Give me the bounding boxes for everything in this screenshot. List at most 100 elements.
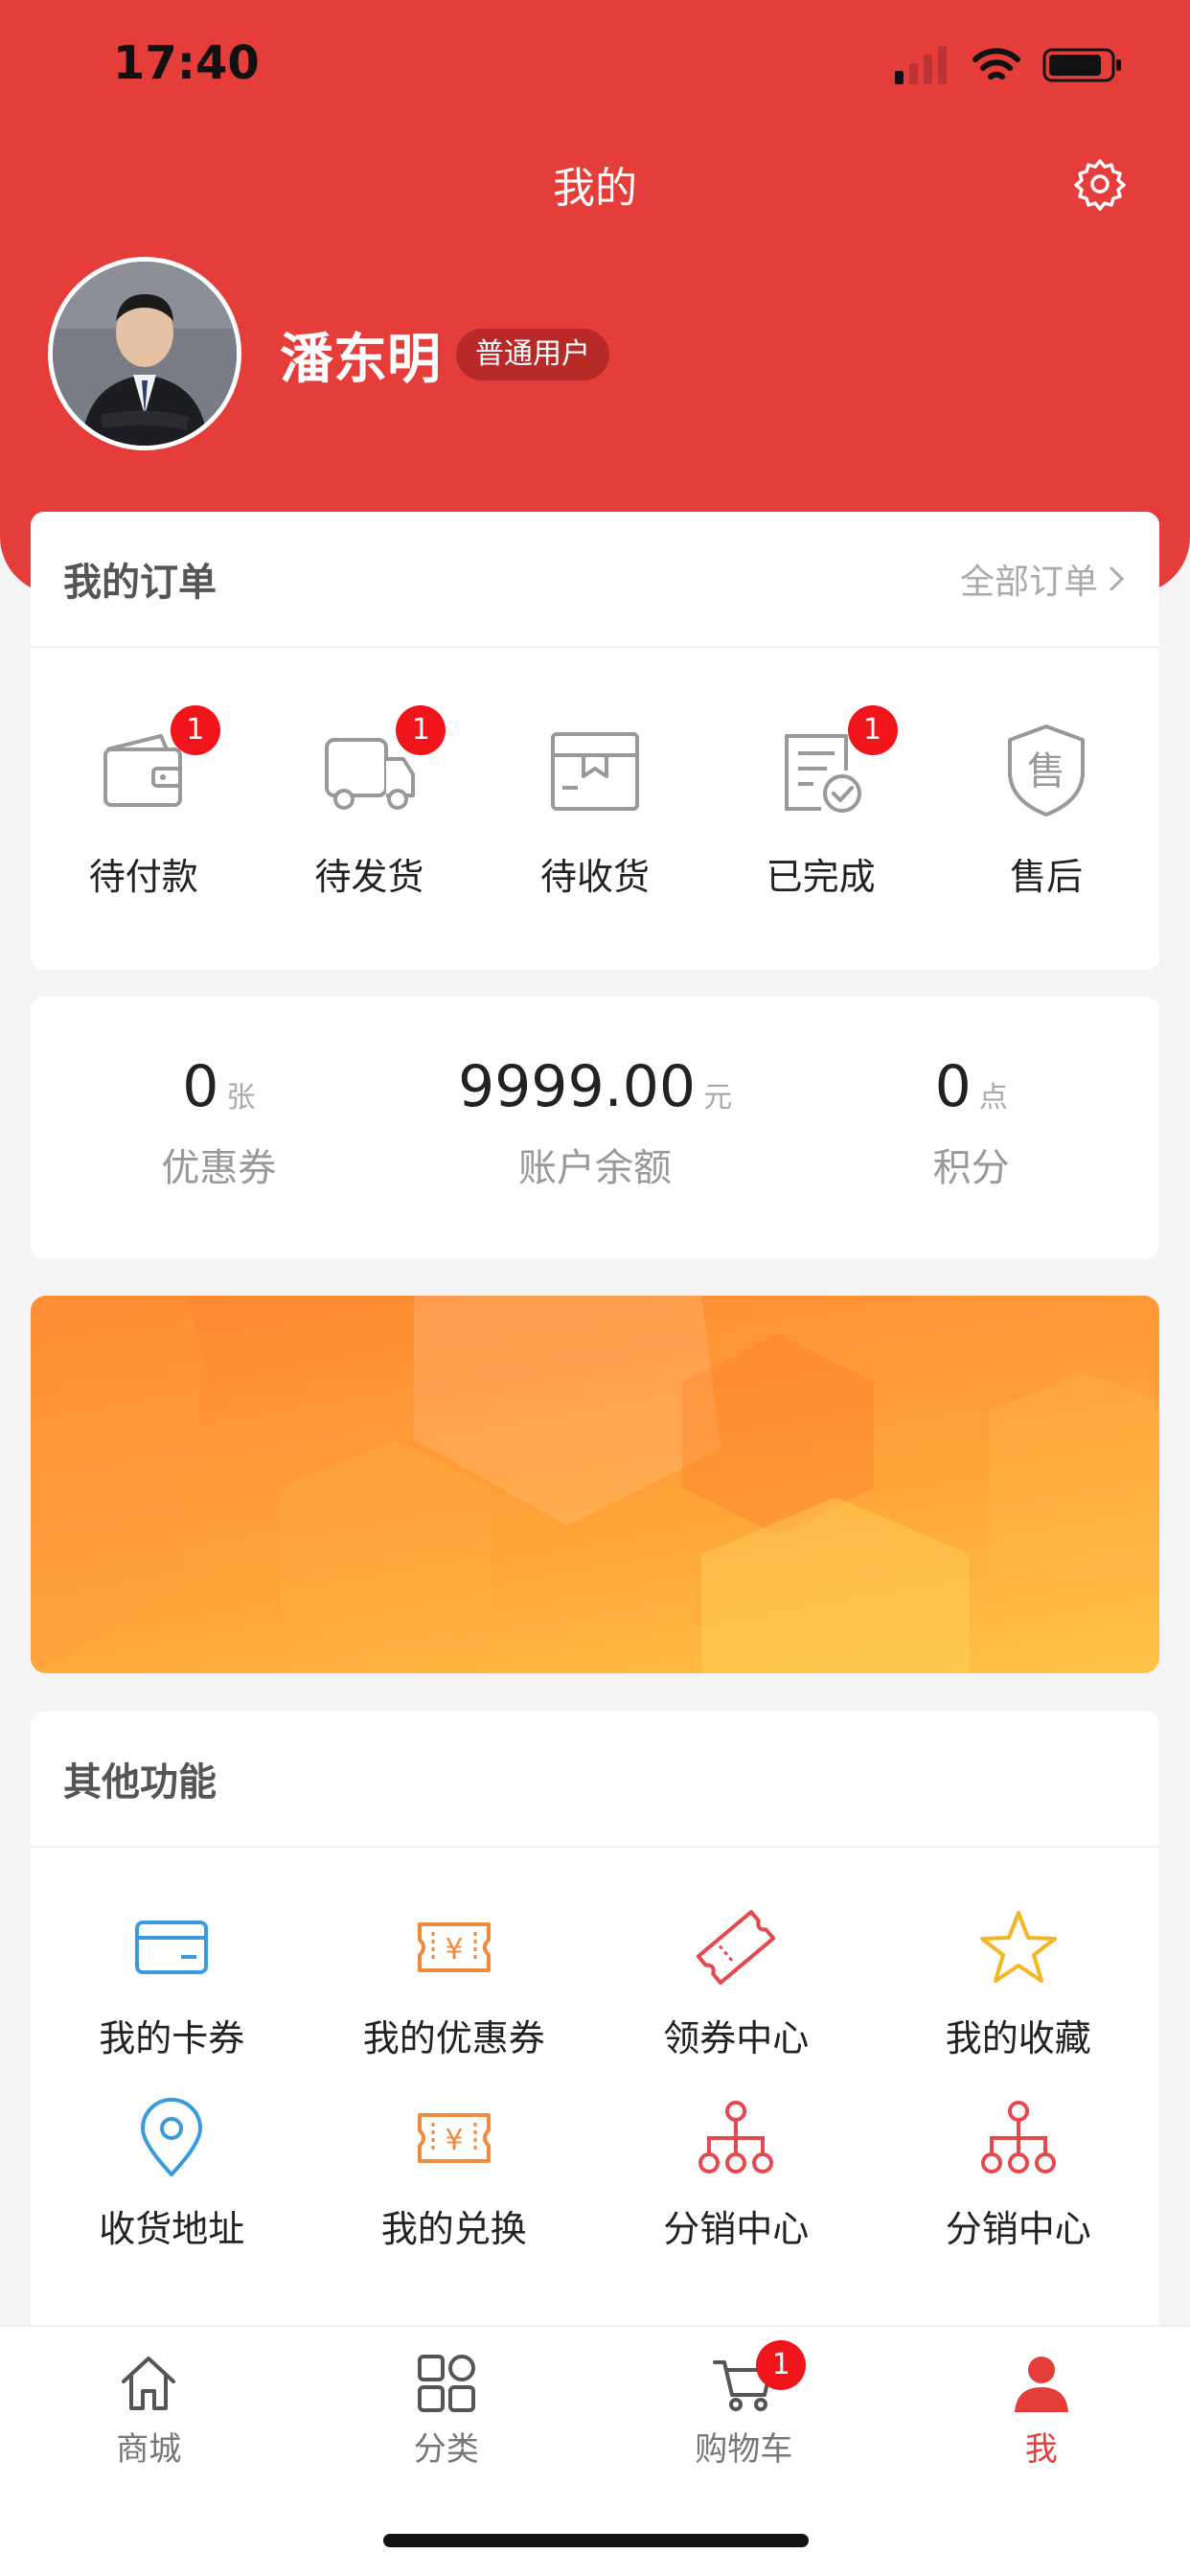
gear-icon <box>1074 159 1126 211</box>
func-label: 我的卡券 <box>99 2017 245 2059</box>
stat-number: 0 <box>934 1053 972 1120</box>
functions-grid: 我的卡券 ¥ 我的优惠券 领券中心 我的收藏 收货地址 ¥ 我的兑换 分销中心 … <box>31 1848 1159 2252</box>
home-icon <box>115 2350 182 2417</box>
page-title: 我的 <box>553 164 637 213</box>
stat-value: 0 点 <box>935 1058 1008 1116</box>
other-functions-card: 其他功能 我的卡券 ¥ 我的优惠券 领券中心 我的收藏 收货地址 ¥ 我的兑换 … <box>31 1712 1159 2363</box>
avatar[interactable] <box>48 257 241 450</box>
order-label: 待付款 <box>88 856 198 898</box>
order-pending-receipt[interactable]: 待收货 <box>482 648 708 970</box>
order-label: 已完成 <box>766 856 876 898</box>
order-label: 待收货 <box>539 856 650 898</box>
ticket-icon <box>694 1905 778 1990</box>
stat-number: 0 <box>182 1053 219 1120</box>
tab-me[interactable]: 我 <box>893 2327 1190 2490</box>
settings-button[interactable] <box>1069 153 1131 215</box>
wifi-icon <box>973 48 1020 80</box>
package-icon <box>545 721 645 820</box>
status-icons <box>895 44 1123 86</box>
all-orders-link[interactable]: 全部订单 <box>960 554 1127 604</box>
cart-badge: 1 <box>756 2340 807 2390</box>
exchange-coupon-icon: ¥ <box>412 2096 496 2180</box>
card-icon <box>129 1905 214 1990</box>
coupon-icon: ¥ <box>412 1905 496 1990</box>
user-level-badge: 普通用户 <box>456 329 609 380</box>
completed-doc-icon: 1 <box>771 705 898 820</box>
tab-list: 商城 分类 1 购物车 我 <box>0 2327 1190 2490</box>
other-functions-header: 其他功能 <box>31 1712 1159 1848</box>
svg-text:¥: ¥ <box>445 1933 463 1966</box>
stat-value: 0 张 <box>182 1058 255 1116</box>
stat-points[interactable]: 0 点 积分 <box>783 997 1159 1259</box>
status-bar: 17:40 <box>0 0 1190 134</box>
stat-unit: 点 <box>978 1081 1008 1115</box>
func-my-favorites[interactable]: 我的收藏 <box>878 1905 1160 2061</box>
cellular-signal-icon <box>895 46 947 84</box>
stat-coupons[interactable]: 0 张 优惠券 <box>31 997 407 1259</box>
my-orders-title: 我的订单 <box>63 561 217 605</box>
battery-icon <box>1042 48 1121 82</box>
func-my-cards[interactable]: 我的卡券 <box>31 1905 313 2061</box>
tab-cart[interactable]: 1 购物车 <box>595 2327 893 2490</box>
order-badge: 1 <box>170 705 220 755</box>
tab-label: 商城 <box>116 2430 182 2469</box>
order-status-row: 1 待付款 1 待发货 待收货 1 已完成 售 售后 <box>31 648 1159 970</box>
star-icon <box>976 1905 1061 1990</box>
truck-icon: 1 <box>319 705 446 820</box>
location-pin-icon <box>129 2096 214 2180</box>
my-orders-header: 我的订单 全部订单 <box>31 512 1159 648</box>
tab-label: 我 <box>1024 2430 1058 2469</box>
stat-number: 9999.00 <box>457 1053 697 1120</box>
tab-category[interactable]: 分类 <box>298 2327 596 2490</box>
my-orders-card: 我的订单 全部订单 1 待付款 1 待发货 待收货 1 已完成 售 售后 <box>31 512 1159 970</box>
tab-label: 购物车 <box>695 2430 793 2469</box>
func-label: 领券中心 <box>663 2017 810 2059</box>
func-my-coupons[interactable]: ¥ 我的优惠券 <box>313 1905 596 2061</box>
tab-label: 分类 <box>413 2430 479 2469</box>
distribution-tree-icon <box>976 2096 1061 2180</box>
stat-balance[interactable]: 9999.00 元 账户余额 <box>407 997 784 1259</box>
account-stats-card: 0 张 优惠券 9999.00 元 账户余额 0 点 积分 <box>31 997 1159 1259</box>
order-label: 售后 <box>1010 856 1084 898</box>
func-my-exchange[interactable]: ¥ 我的兑换 <box>313 2096 596 2252</box>
chevron-right-icon <box>1110 566 1125 591</box>
order-badge: 1 <box>396 705 446 755</box>
func-label: 收货地址 <box>99 2208 245 2250</box>
order-badge: 1 <box>847 705 898 755</box>
svg-text:售: 售 <box>1027 749 1065 794</box>
stat-unit: 元 <box>703 1081 733 1115</box>
after-sale-shield-icon: 售 <box>996 721 1096 820</box>
category-grid-icon <box>413 2350 480 2417</box>
order-label: 待发货 <box>314 856 424 898</box>
order-after-sale[interactable]: 售 售后 <box>933 648 1159 970</box>
wallet-icon: 1 <box>94 705 220 820</box>
promo-banner[interactable] <box>31 1296 1159 1673</box>
stat-value: 9999.00 元 <box>458 1058 732 1116</box>
func-distribution-center-2[interactable]: 分销中心 <box>878 2096 1160 2252</box>
other-functions-title: 其他功能 <box>63 1760 217 1805</box>
func-label: 我的兑换 <box>380 2208 527 2250</box>
func-coupon-center[interactable]: 领券中心 <box>595 1905 878 2061</box>
svg-text:¥: ¥ <box>445 2124 463 2157</box>
user-name: 潘东明 <box>280 329 441 391</box>
func-label: 分销中心 <box>663 2208 810 2250</box>
user-icon <box>1008 2350 1075 2417</box>
order-pending-payment[interactable]: 1 待付款 <box>31 648 257 970</box>
func-label: 分销中心 <box>945 2208 1091 2250</box>
stat-label: 账户余额 <box>518 1146 672 1190</box>
func-label: 我的收藏 <box>945 2017 1091 2059</box>
stat-label: 优惠券 <box>161 1146 277 1190</box>
func-shipping-address[interactable]: 收货地址 <box>31 2096 313 2252</box>
order-completed[interactable]: 1 已完成 <box>708 648 934 970</box>
home-indicator <box>383 2534 809 2547</box>
banner-hexagon-pattern <box>31 1296 1159 1673</box>
func-distribution-center[interactable]: 分销中心 <box>595 2096 878 2252</box>
distribution-tree-icon <box>694 2096 778 2180</box>
cart-icon: 1 <box>710 2340 807 2417</box>
stat-label: 积分 <box>932 1146 1010 1190</box>
tab-home[interactable]: 商城 <box>0 2327 298 2490</box>
status-time: 17:40 <box>113 36 260 90</box>
stat-unit: 张 <box>226 1081 256 1115</box>
order-pending-shipment[interactable]: 1 待发货 <box>257 648 483 970</box>
avatar-photo <box>53 262 237 446</box>
